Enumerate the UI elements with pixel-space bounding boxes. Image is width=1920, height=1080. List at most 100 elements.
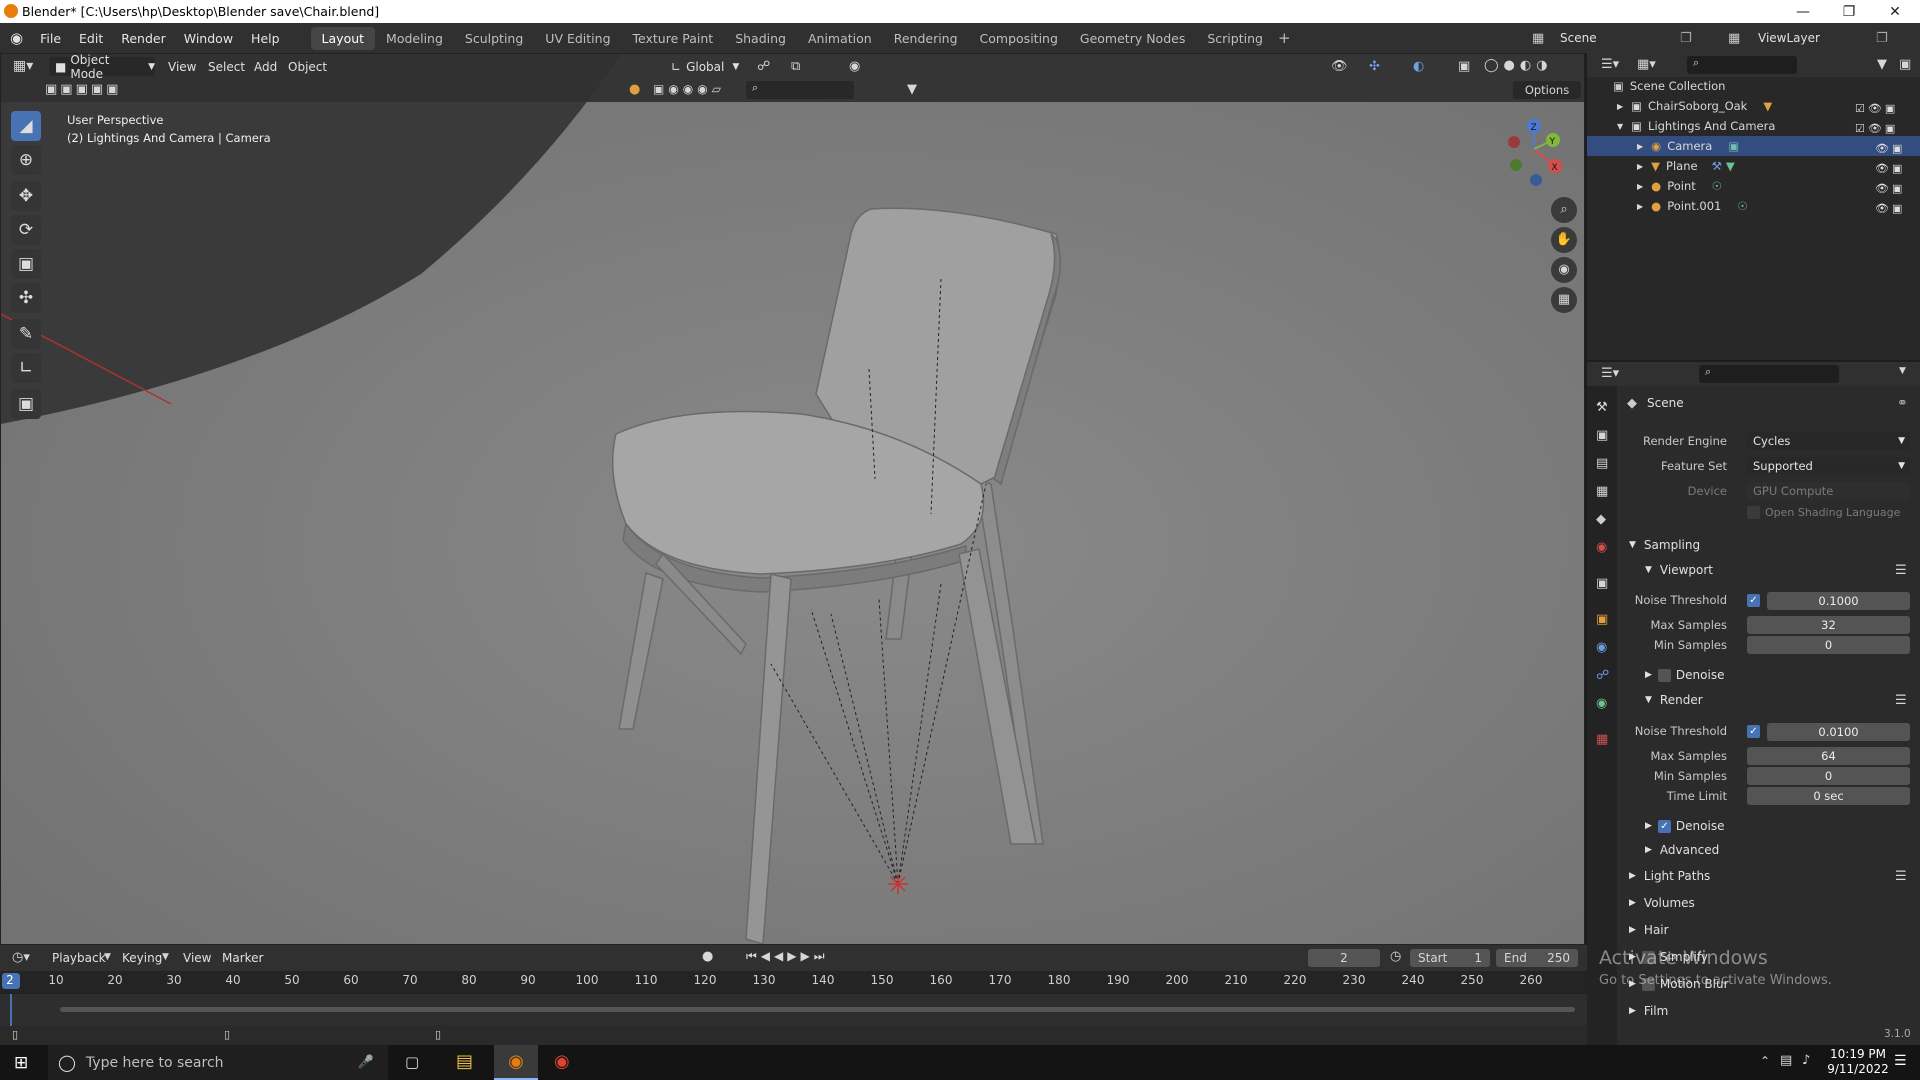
expand-arrow-icon[interactable]: ▶ [1637,142,1643,151]
r-noise-threshold-field[interactable]: 0.0100 [1767,723,1910,741]
advanced-subpanel[interactable]: ▶ Advanced [1645,843,1719,857]
menu-keying[interactable]: Keying [122,951,162,965]
chevron-down-icon[interactable]: ▼ [1899,366,1906,376]
expand-arrow-icon[interactable]: ▶ [1637,162,1643,171]
time-limit-field[interactable]: 0 sec [1747,787,1910,805]
filter-icon[interactable]: ▼ [907,82,917,97]
new-view-layer-icon[interactable]: ❐ [1876,31,1888,46]
stopwatch-icon[interactable]: ◷ [1390,949,1401,964]
render-tab-icon[interactable]: ▣ [1596,428,1608,443]
shading-mode-icons[interactable]: ◯●◐◑ [1484,58,1553,73]
shading-icons[interactable]: ▣◉◉◉▱ [653,82,725,96]
windows-start-icon[interactable]: ⊞ [14,1053,28,1073]
mode-dropdown[interactable]: ■ Object Mode ▼ [49,54,155,81]
tab-rendering[interactable]: Rendering [883,27,969,50]
transform-orientation-dropdown[interactable]: ∟ Global ▼ [671,57,747,76]
feature-set-dropdown[interactable]: Supported ▼ [1747,457,1910,475]
visibility-toggles-row[interactable]: 👁▣ [1855,199,1905,219]
tab-compositing[interactable]: Compositing [969,27,1069,50]
visibility-toggles-row[interactable]: ☑👁▣ [1855,99,1905,119]
taskbar-clock[interactable]: 10:19 PM 9/11/2022 [1826,1047,1890,1077]
blender-menu-icon[interactable]: ◉ [10,29,23,47]
outliner-search-input[interactable]: ⌕ [1687,56,1797,74]
expand-arrow-icon[interactable]: ▶ [1637,182,1643,191]
vp-noise-threshold-checkbox[interactable]: ✓ [1747,594,1760,607]
menu-add[interactable]: Add [254,60,277,74]
object-data-tab-icon[interactable]: ◉ [1596,696,1607,711]
visibility-toggles-row[interactable]: ☑👁▣ [1855,119,1905,139]
tool-tab-icon[interactable]: ⚒ [1596,400,1608,415]
annotate-icon[interactable]: ✎ [11,319,41,349]
scene-selector-icon[interactable]: ▦ [1532,31,1544,46]
tab-uv-editing[interactable]: UV Editing [534,27,621,50]
properties-editor-icon[interactable]: ☰▾ [1601,366,1619,381]
proportional-edit-icon[interactable]: ◉ [849,59,860,74]
r-max-samples-field[interactable]: 64 [1747,747,1910,765]
collection-tab-icon[interactable]: ▣ [1596,576,1608,591]
r-denoise-subpanel[interactable]: ▶ ✓ Denoise [1645,819,1724,833]
add-workspace-icon[interactable]: + [1278,29,1291,47]
close-icon[interactable]: ✕ [1872,0,1918,23]
menu-select[interactable]: Select [208,60,245,74]
blender-taskbar-icon[interactable]: ◉ [494,1045,538,1080]
constraints-tab-icon[interactable]: ☍ [1596,668,1609,683]
add-cube-icon[interactable]: ▣ [11,389,41,419]
viewport-search-input[interactable]: ⌕ [746,81,854,99]
outliner-filter-icon[interactable]: ▼ [1877,57,1887,72]
light-paths-panel[interactable]: ▶ Light Paths [1629,869,1710,883]
cursor-icon[interactable]: ⊕ [11,145,41,175]
show-hidden-icons[interactable]: ⌃ [1760,1054,1770,1068]
expand-arrow-icon[interactable]: ▶ [1617,102,1623,111]
tab-texture-paint[interactable]: Texture Paint [622,27,725,50]
scene-tab-icon[interactable]: ◆ [1596,512,1606,527]
ortho-toggle-icon[interactable]: ▦ [1551,287,1577,313]
world-tab-icon[interactable]: ◉ [1596,540,1607,555]
menu-window[interactable]: Window [175,31,242,46]
gizmo-toggle-icon[interactable]: ✣ [1369,59,1380,74]
pivot-icon[interactable]: ☍ [757,59,770,74]
microphone-icon[interactable]: 🎤 [358,1055,374,1070]
sampling-panel-header[interactable]: ▼ Sampling [1629,538,1700,552]
tab-scripting[interactable]: Scripting [1196,27,1274,50]
volume-icon[interactable]: ♪ [1802,1053,1810,1068]
pan-icon[interactable]: ✋ [1551,227,1577,253]
new-scene-icon[interactable]: ❐ [1680,31,1692,46]
vp-max-samples-field[interactable]: 32 [1747,616,1910,634]
menu-object[interactable]: Object [288,60,327,74]
output-tab-icon[interactable]: ▤ [1596,456,1608,471]
frame-ruler[interactable]: 2 10 20 30 40 50 60 70 80 90 100 110 120… [0,971,1587,993]
texture-tab-icon[interactable]: ▦ [1596,732,1608,747]
file-explorer-icon[interactable]: ▤ [456,1051,473,1072]
tab-animation[interactable]: Animation [797,27,883,50]
menu-view[interactable]: View [168,60,196,74]
vp-min-samples-field[interactable]: 0 [1747,636,1910,654]
r-denoise-checkbox[interactable]: ✓ [1657,819,1671,833]
maximize-icon[interactable]: ❐ [1826,0,1872,23]
volumes-panel[interactable]: ▶ Volumes [1629,896,1695,910]
auto-keying-icon[interactable]: ● [702,949,713,964]
notifications-icon[interactable]: ☰ [1894,1053,1907,1069]
tab-layout[interactable]: Layout [310,26,376,50]
start-frame-field[interactable]: Start 1 [1410,949,1490,967]
rotate-icon[interactable]: ⟳ [11,215,41,245]
viewport-subpanel-header[interactable]: ▼ Viewport [1645,563,1713,577]
vp-denoise-checkbox[interactable] [1657,668,1671,682]
tab-shading[interactable]: Shading [724,27,797,50]
minimize-icon[interactable]: — [1780,0,1826,23]
tab-geometry-nodes[interactable]: Geometry Nodes [1069,27,1196,50]
current-frame-field[interactable]: 2 [1308,949,1380,967]
r-min-samples-field[interactable]: 0 [1747,767,1910,785]
hair-panel[interactable]: ▶ Hair [1629,923,1669,937]
xray-icon[interactable]: ▣ [1458,59,1470,74]
vp-noise-threshold-field[interactable]: 0.1000 [1767,592,1910,610]
network-icon[interactable]: ▤ [1780,1053,1792,1068]
object-tab-icon[interactable]: ▣ [1596,612,1608,627]
menu-render[interactable]: Render [112,31,175,46]
overlay-toggle-icon[interactable]: ◐ [1413,59,1424,74]
pin-icon[interactable]: ⚭ [1897,396,1908,411]
expand-arrow-icon[interactable]: ▶ [1637,202,1643,211]
tab-sculpting[interactable]: Sculpting [454,27,534,50]
menu-edit[interactable]: Edit [70,31,112,46]
editor-type-icon[interactable]: ▦▾ [13,58,33,74]
view-layer-name[interactable]: ViewLayer [1758,31,1820,45]
